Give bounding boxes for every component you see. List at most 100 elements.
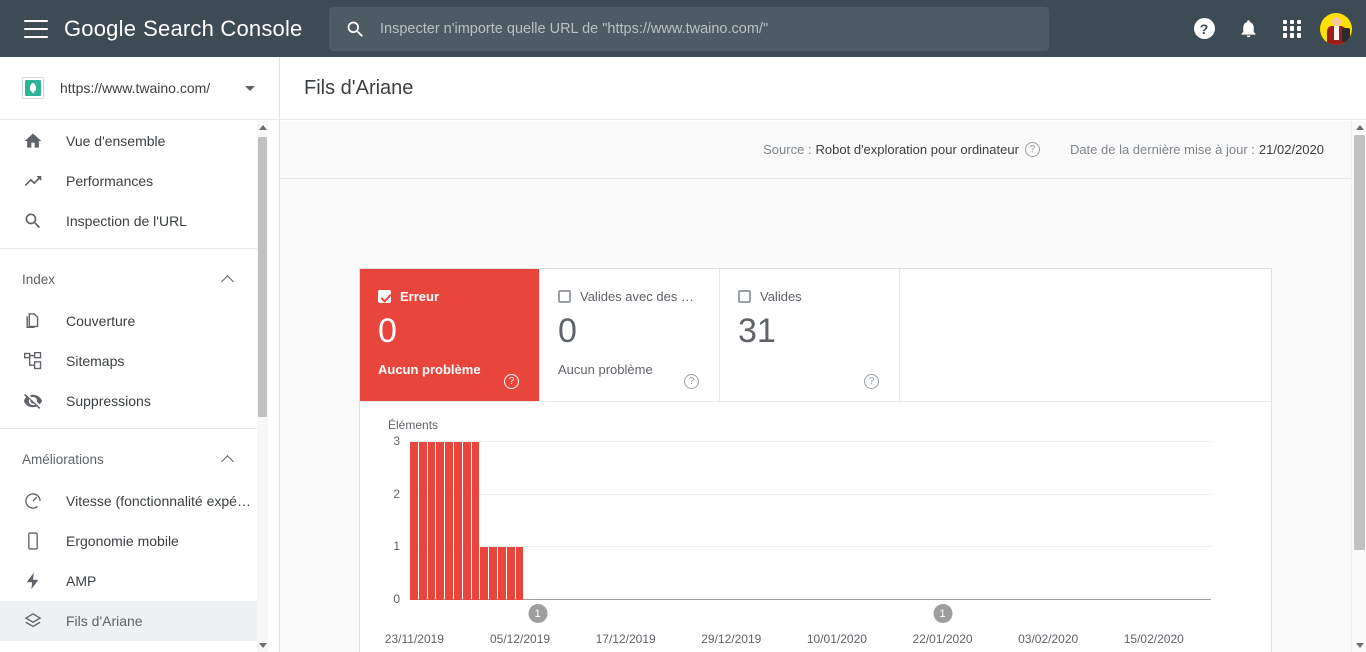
eye-off-icon xyxy=(22,390,44,412)
speedometer-icon xyxy=(22,490,44,512)
checkbox-valides[interactable] xyxy=(738,290,751,303)
chart-bar[interactable] xyxy=(453,442,462,600)
chart-y-axis-label: Éléments xyxy=(388,418,439,432)
sidebar: https://www.twaino.com/ Vue d'ensemble P… xyxy=(0,57,280,652)
app-brand: Google Search Console xyxy=(64,16,303,42)
sidebar-item-suppressions[interactable]: Suppressions xyxy=(0,381,260,421)
status-chart-card: Erreur 0 Aucun problème ? Valides avec d… xyxy=(359,268,1272,652)
help-icon[interactable]: ? xyxy=(684,374,699,389)
status-tile-sub: Aucun problème xyxy=(558,361,653,377)
status-tile-value: 0 xyxy=(378,312,397,350)
scroll-up-arrow-icon[interactable] xyxy=(1355,125,1364,130)
main-scrollbar[interactable] xyxy=(1351,121,1366,652)
avatar-head xyxy=(1332,16,1341,26)
checkbox-valides-avec-avertissements[interactable] xyxy=(558,290,571,303)
chart-bar[interactable] xyxy=(436,442,445,600)
status-tile-label: Erreur xyxy=(400,289,440,304)
status-tile-sub: Aucun problème xyxy=(378,361,481,377)
items-chart: Éléments 0 1 2 3 23/11/2019 05/12/2019 17/12/… xyxy=(360,402,1271,652)
sidebar-item-inspection-url[interactable]: Inspection de l'URL xyxy=(0,201,260,241)
chevron-up-icon[interactable] xyxy=(221,274,234,288)
help-icon[interactable]: ? xyxy=(1182,7,1226,51)
sidebar-section-ameliorations[interactable]: Améliorations xyxy=(0,437,260,481)
sidebar-item-label: Vue d'ensemble xyxy=(66,133,166,149)
sidebar-item-vitesse[interactable]: Vitesse (fonctionnalité expé… xyxy=(0,481,260,521)
chart-x-tick: 22/01/2020 xyxy=(912,632,973,646)
chart-bar[interactable] xyxy=(445,442,453,600)
chart-x-tick: 17/12/2019 xyxy=(595,632,656,646)
chevron-up-icon[interactable] xyxy=(221,454,234,468)
report-meta: Source : Robot d'exploration pour ordina… xyxy=(280,121,1366,179)
sidebar-item-label: Suppressions xyxy=(66,393,151,409)
sidebar-scrollbar-thumb[interactable] xyxy=(258,137,267,417)
help-icon[interactable]: ? xyxy=(1024,142,1040,157)
report-scroll-area[interactable]: Source : Robot d'exploration pour ordina… xyxy=(280,121,1366,652)
sidebar-item-label: AMP xyxy=(66,573,97,589)
trending-up-icon xyxy=(22,170,44,192)
sidebar-item-ergonomie-mobile[interactable]: Ergonomie mobile xyxy=(0,521,260,561)
sidebar-divider xyxy=(0,428,260,429)
account-avatar[interactable] xyxy=(1320,12,1352,45)
hamburger-menu-icon[interactable] xyxy=(24,19,48,38)
main-content: Fils d'Ariane Source : Robot d'explorati… xyxy=(280,57,1366,652)
chart-bar[interactable] xyxy=(515,547,524,600)
chart-annotation-marker[interactable]: 1 xyxy=(933,604,953,623)
checkbox-erreur[interactable] xyxy=(378,290,391,303)
sitemap-icon xyxy=(22,350,44,372)
sidebar-item-fils-dariane[interactable]: Fils d'Ariane xyxy=(0,601,260,641)
chart-bar[interactable] xyxy=(497,547,506,600)
last-update-label: Date de la dernière mise à jour : xyxy=(1069,142,1255,157)
chart-bar[interactable] xyxy=(427,442,436,600)
sidebar-section-label: Améliorations xyxy=(22,451,104,467)
sidebar-scrollbar[interactable] xyxy=(257,121,268,652)
sidebar-item-amp[interactable]: AMP xyxy=(0,561,260,601)
chart-x-tick: 29/12/2019 xyxy=(701,632,762,646)
chart-bar[interactable] xyxy=(471,442,480,600)
sidebar-item-vue-densemble[interactable]: Vue d'ensemble xyxy=(0,121,260,161)
help-icon[interactable]: ? xyxy=(864,374,879,389)
chart-y-tick: 3 xyxy=(393,434,400,448)
status-tile-valides[interactable]: Valides 31 ? xyxy=(720,269,900,401)
search-icon xyxy=(345,19,366,40)
chart-bar[interactable] xyxy=(418,442,427,600)
scroll-down-arrow-icon[interactable] xyxy=(259,643,267,648)
main-scrollbar-thumb[interactable] xyxy=(1354,135,1365,550)
chart-bars xyxy=(410,442,1211,600)
sidebar-item-couverture[interactable]: Couverture xyxy=(0,301,260,341)
help-icon[interactable]: ? xyxy=(504,374,519,389)
property-selector[interactable]: https://www.twaino.com/ xyxy=(0,57,279,120)
sidebar-section-index[interactable]: Index xyxy=(0,257,260,301)
sidebar-item-label: Sitemaps xyxy=(66,353,125,369)
layers-icon xyxy=(22,610,44,632)
chart-bar[interactable] xyxy=(410,442,418,600)
scroll-up-arrow-icon[interactable] xyxy=(259,125,267,130)
mobile-icon xyxy=(22,530,44,552)
status-tile-valides-avec-avertissements[interactable]: Valides avec des … 0 Aucun problème ? xyxy=(540,269,720,401)
site-favicon-icon xyxy=(22,77,44,99)
search-input[interactable] xyxy=(380,21,1049,37)
bolt-icon xyxy=(22,570,44,592)
google-apps-icon[interactable] xyxy=(1270,7,1314,51)
chart-bar[interactable] xyxy=(489,547,497,600)
chart-bar[interactable] xyxy=(506,547,515,600)
sidebar-item-sitemaps[interactable]: Sitemaps xyxy=(0,341,260,381)
sidebar-item-label: Ergonomie mobile xyxy=(66,533,179,549)
search-icon xyxy=(22,210,44,232)
scroll-down-arrow-icon[interactable] xyxy=(1355,643,1364,648)
notifications-icon[interactable] xyxy=(1226,7,1270,51)
sidebar-divider xyxy=(0,248,260,249)
chart-y-tick: 1 xyxy=(393,539,400,554)
status-tile-erreur[interactable]: Erreur 0 Aucun problème ? xyxy=(360,269,540,401)
pages-icon xyxy=(22,310,44,332)
chart-x-tick: 05/12/2019 xyxy=(489,632,551,646)
chart-annotation-marker[interactable]: 1 xyxy=(528,604,548,623)
chevron-down-icon[interactable] xyxy=(245,85,255,91)
url-inspection-search[interactable] xyxy=(329,7,1049,51)
chart-bar[interactable] xyxy=(480,547,489,600)
chart-bar[interactable] xyxy=(462,442,471,600)
help-glyph: ? xyxy=(1193,18,1215,39)
sidebar-item-performances[interactable]: Performances xyxy=(0,161,260,201)
chart-plot-area[interactable]: 0 1 2 3 xyxy=(393,434,1211,606)
status-tile-value: 31 xyxy=(738,312,776,350)
sidebar-scroll-area[interactable]: Vue d'ensemble Performances Inspection d… xyxy=(0,121,280,652)
